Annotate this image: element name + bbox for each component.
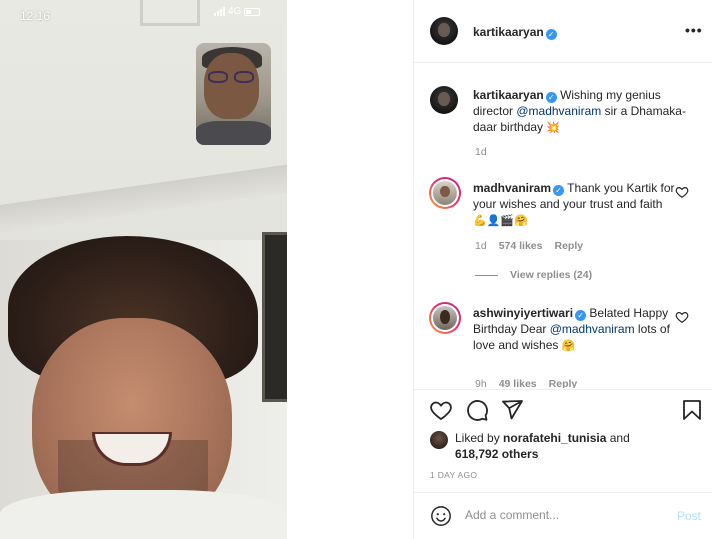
post-sidebar: kartikaaryan ✓ ••• kartikaaryan ✓ Wishing … bbox=[413, 0, 712, 539]
add-comment-bar: Post bbox=[414, 492, 712, 539]
hug-emoji-icon: 🤗 bbox=[561, 339, 576, 352]
battery-icon bbox=[244, 7, 261, 16]
author-avatar[interactable] bbox=[430, 17, 458, 45]
ceiling bbox=[0, 164, 287, 233]
comment-icon[interactable] bbox=[465, 398, 489, 422]
phone-status-bar: 12:16 4G bbox=[0, 0, 287, 30]
liked-by-user[interactable]: norafatehi_tunisia bbox=[503, 431, 606, 445]
comment-likes[interactable]: 574 likes bbox=[499, 240, 543, 252]
liked-by: Liked by norafatehi_tunisia and 618,792 … bbox=[455, 430, 685, 462]
comment-username[interactable]: ashwinyiyertiwari bbox=[473, 306, 573, 320]
more-options-icon[interactable]: ••• bbox=[685, 22, 703, 38]
share-icon[interactable] bbox=[500, 398, 524, 422]
verified-icon: ✓ bbox=[545, 29, 557, 40]
comment: madhvaniram ✓ Thank you Kartik for your w… bbox=[473, 180, 678, 229]
actions-divider bbox=[414, 389, 712, 390]
header-divider bbox=[414, 62, 712, 63]
verified-icon: ✓ bbox=[553, 185, 565, 196]
comment-likes[interactable]: 49 likes bbox=[499, 378, 537, 388]
view-replies-label[interactable]: View replies (24) bbox=[510, 269, 592, 281]
verified-icon: ✓ bbox=[575, 310, 587, 321]
author-username[interactable]: kartikaaryan bbox=[473, 25, 544, 39]
replies-line bbox=[475, 274, 498, 276]
like-comment-heart-icon[interactable] bbox=[675, 310, 689, 324]
pip-shirt bbox=[196, 121, 271, 145]
network-type: 4G bbox=[228, 6, 242, 17]
comment-meta: 9h 49 likes Reply bbox=[475, 378, 577, 388]
video-call-pip bbox=[196, 43, 271, 145]
signal-icon bbox=[214, 7, 225, 16]
comment-username[interactable]: madhvaniram bbox=[473, 181, 551, 195]
pip-glasses bbox=[208, 71, 256, 83]
liked-by-prefix: Liked by bbox=[455, 431, 504, 445]
comment: ashwinyiyertiwari ✓ Belated Happy Birthda… bbox=[473, 305, 678, 354]
post-image[interactable]: 12:16 4G bbox=[0, 0, 287, 539]
view-replies[interactable]: View replies (24) bbox=[475, 269, 592, 281]
liked-by-count[interactable]: 618,792 others bbox=[455, 447, 538, 461]
like-heart-icon[interactable] bbox=[429, 398, 453, 422]
post-comment-button[interactable]: Post bbox=[677, 509, 701, 523]
verified-icon: ✓ bbox=[545, 92, 557, 103]
caption-avatar[interactable] bbox=[430, 86, 458, 114]
commenter-avatar[interactable] bbox=[429, 302, 461, 334]
caption-mention[interactable]: @madhvaniram bbox=[516, 104, 601, 118]
phone-network: 4G bbox=[214, 6, 261, 17]
post-caption: kartikaaryan ✓ Wishing my genius director… bbox=[473, 87, 688, 136]
caption-username[interactable]: kartikaaryan bbox=[473, 88, 544, 102]
collision-emoji-icon: 💥 bbox=[546, 121, 561, 134]
liked-by-and: and bbox=[606, 431, 630, 445]
subject-tshirt bbox=[0, 490, 287, 539]
emoji-picker-icon[interactable] bbox=[430, 505, 452, 527]
reply-button[interactable]: Reply bbox=[549, 378, 578, 388]
commenter-avatar[interactable] bbox=[429, 177, 461, 209]
pip-face bbox=[204, 53, 259, 119]
post-actions bbox=[414, 398, 712, 426]
reply-button[interactable]: Reply bbox=[554, 240, 583, 252]
wall-poster bbox=[262, 232, 287, 402]
save-bookmark-icon[interactable] bbox=[680, 398, 704, 422]
phone-time: 12:16 bbox=[20, 9, 51, 23]
caption-timestamp[interactable]: 1d bbox=[475, 146, 487, 158]
comment-emojis: 💪👤🎬🤗 bbox=[473, 214, 528, 227]
comment-input[interactable] bbox=[465, 508, 665, 522]
comment-time[interactable]: 1d bbox=[475, 240, 487, 252]
like-comment-heart-icon[interactable] bbox=[675, 185, 689, 199]
liked-by-avatar[interactable] bbox=[430, 431, 448, 449]
post-header: kartikaaryan ✓ bbox=[473, 23, 557, 41]
post-date[interactable]: 1 DAY AGO bbox=[430, 470, 477, 480]
comment-time[interactable]: 9h bbox=[475, 378, 487, 388]
comment-mention[interactable]: @madhvaniram bbox=[550, 322, 635, 336]
comment-meta: 1d 574 likes Reply bbox=[475, 240, 583, 252]
